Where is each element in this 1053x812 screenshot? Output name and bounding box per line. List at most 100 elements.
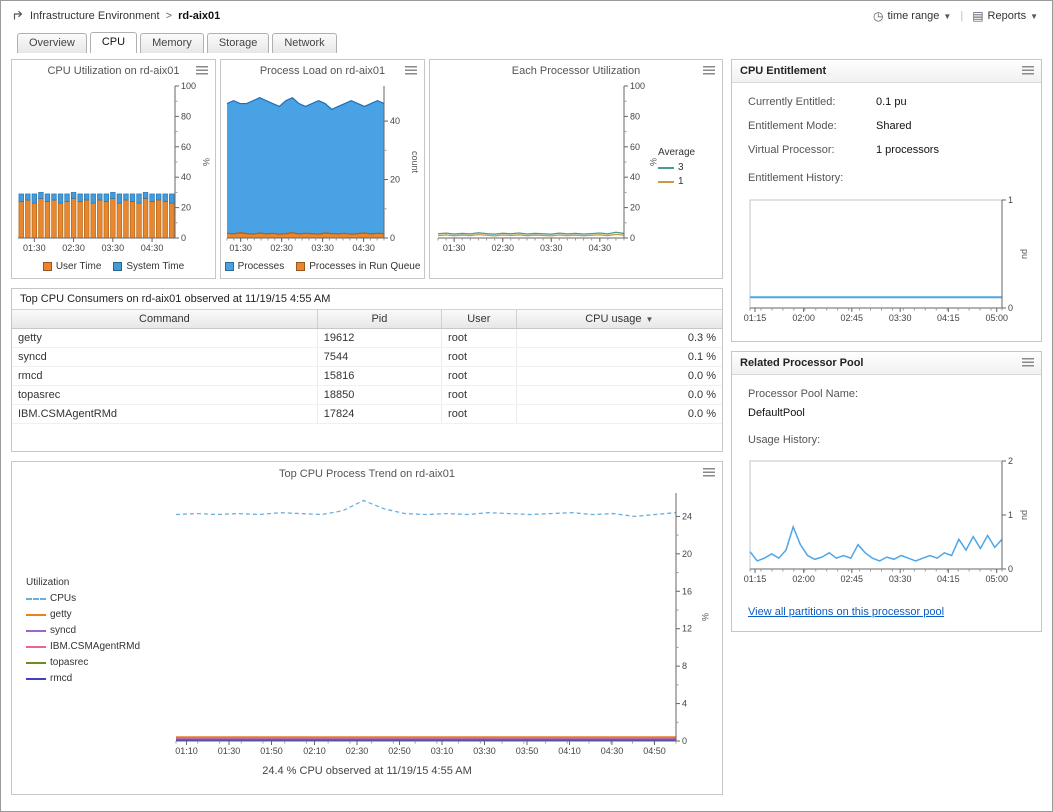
legend-title: Average — [658, 147, 695, 158]
pool-fields: Processor Pool Name: DefaultPool Usage H… — [732, 375, 1041, 455]
svg-text:1: 1 — [1008, 195, 1013, 205]
column-header-cpu-usage[interactable]: CPU usage▼ — [516, 310, 722, 329]
svg-text:40: 40 — [390, 116, 400, 126]
chart-title: Each Processor Utilization — [432, 65, 720, 77]
legend-label: topasrec — [50, 657, 88, 668]
topbar-actions: ◷ time range ▼ | ▤ Reports ▼ — [873, 10, 1038, 22]
cell-pid: 19612 — [317, 329, 441, 348]
cell-pid: 15816 — [317, 367, 441, 386]
reports-label: Reports — [988, 10, 1027, 22]
legend-items: 31 — [658, 162, 695, 187]
column-header-pid[interactable]: Pid — [317, 310, 441, 329]
svg-text:01:50: 01:50 — [260, 746, 283, 756]
table-row[interactable]: topasrec18850root0.0 % — [12, 386, 722, 405]
legend-item-topasrec: topasrec — [26, 657, 172, 668]
cell-user: root — [442, 367, 517, 386]
chart-title: Top CPU Process Trend on rd-aix01 — [12, 468, 722, 480]
svg-text:02:50: 02:50 — [388, 746, 411, 756]
legend-swatch — [26, 598, 46, 600]
svg-text:60: 60 — [630, 142, 640, 152]
clock-icon: ◷ — [873, 10, 883, 22]
process-trend-plot: 0481216202401:1001:3001:5002:1002:3002:5… — [172, 481, 710, 761]
tab-cpu[interactable]: CPU — [90, 32, 137, 53]
related-processor-pool-panel: Related Processor Pool Processor Pool Na… — [731, 351, 1042, 632]
column-header-user[interactable]: User — [442, 310, 517, 329]
legend-label: getty — [50, 609, 72, 620]
chart-title: Process Load on rd-aix01 — [223, 65, 422, 77]
cell-user: root — [442, 348, 517, 367]
svg-text:01:30: 01:30 — [218, 746, 241, 756]
legend-swatch — [26, 614, 46, 616]
table-row[interactable]: rmcd15816root0.0 % — [12, 367, 722, 386]
column-header-command[interactable]: Command — [12, 310, 317, 329]
entitlement-history-chart: 0101:1502:0002:4503:3004:1505:00pu — [732, 194, 1041, 341]
legend-label: 3 — [678, 162, 684, 173]
usage-history-chart: 01201:1502:0002:4503:3004:1505:00pu — [732, 455, 1041, 602]
chart-legend: User TimeSystem Time — [14, 261, 213, 272]
svg-text:04:30: 04:30 — [352, 243, 375, 253]
svg-text:02:30: 02:30 — [346, 746, 369, 756]
cpu-entitlement-panel: CPU Entitlement Currently Entitled:0.1 p… — [731, 59, 1042, 342]
legend-swatch — [113, 262, 122, 271]
panel-menu-icon[interactable] — [1022, 358, 1034, 367]
topbar-divider: | — [960, 10, 963, 22]
svg-text:16: 16 — [682, 586, 692, 596]
field-row: Virtual Processor:1 processors — [748, 144, 1025, 156]
entitlement-history-label: Entitlement History: — [732, 170, 1041, 194]
legend-item-processes-in-run-queue: Processes in Run Queue — [296, 261, 420, 272]
cell-cpu: 0.0 % — [516, 405, 722, 424]
legend-label: syncd — [50, 625, 76, 636]
table-row[interactable]: getty19612root0.3 % — [12, 329, 722, 348]
panel-title: Related Processor Pool — [732, 352, 1041, 375]
process-trend-chart: 0481216202401:1001:3001:5002:1002:3002:5… — [172, 481, 710, 764]
svg-text:03:10: 03:10 — [431, 746, 454, 756]
process-trend-body: Utilization CPUsgettysyncdIBM.CSMAgentRM… — [12, 481, 722, 764]
legend-label: 1 — [678, 176, 684, 187]
cell-cpu: 0.0 % — [516, 386, 722, 405]
svg-text:60: 60 — [181, 142, 191, 152]
legend-item-syncd: syncd — [26, 625, 172, 636]
svg-text:0: 0 — [390, 233, 395, 243]
time-range-control[interactable]: ◷ time range ▼ — [873, 10, 951, 22]
view-partitions-link[interactable]: View all partitions on this processor po… — [748, 606, 944, 618]
svg-text:03:50: 03:50 — [516, 746, 539, 756]
tab-storage[interactable]: Storage — [207, 33, 270, 53]
svg-text:04:30: 04:30 — [589, 243, 612, 253]
legend-label: Processes — [238, 261, 285, 272]
cell-command: rmcd — [12, 367, 317, 386]
tab-bar: OverviewCPUMemoryStorageNetwork — [1, 31, 1052, 53]
svg-text:04:10: 04:10 — [558, 746, 581, 756]
svg-text:01:30: 01:30 — [229, 243, 252, 253]
svg-text:0: 0 — [682, 736, 687, 746]
legend-title: Utilization — [26, 577, 172, 588]
field-row: Entitlement Mode:Shared — [748, 120, 1025, 132]
tab-memory[interactable]: Memory — [140, 33, 204, 53]
svg-text:01:30: 01:30 — [23, 243, 46, 253]
processor-utilization-plot: 02040608010001:3002:3003:3004:30% — [432, 78, 658, 256]
panel-menu-icon[interactable] — [1022, 66, 1034, 75]
process-load-chart: 0204001:3002:3003:3004:30count — [223, 78, 422, 259]
cpu-utilization-panel: CPU Utilization on rd-aix01 020406080100… — [11, 59, 216, 279]
field-label: Entitlement Mode: — [748, 120, 876, 132]
legend-swatch — [296, 262, 305, 271]
svg-text:4: 4 — [682, 699, 687, 709]
svg-text:20: 20 — [630, 203, 640, 213]
table-row[interactable]: syncd7544root0.1 % — [12, 348, 722, 367]
chart-menu-icon[interactable] — [196, 66, 208, 75]
svg-text:01:10: 01:10 — [175, 746, 198, 756]
chart-title: CPU Utilization on rd-aix01 — [14, 65, 213, 77]
entitlement-fields: Currently Entitled:0.1 puEntitlement Mod… — [732, 83, 1041, 170]
svg-text:03:30: 03:30 — [473, 746, 496, 756]
cell-user: root — [442, 386, 517, 405]
tab-overview[interactable]: Overview — [17, 33, 87, 53]
chart-menu-icon[interactable] — [405, 66, 417, 75]
reports-control[interactable]: ▤ Reports ▼ — [972, 10, 1038, 22]
chart-menu-icon[interactable] — [703, 468, 715, 477]
chart-menu-icon[interactable] — [703, 66, 715, 75]
tab-network[interactable]: Network — [272, 33, 336, 53]
table-row[interactable]: IBM.CSMAgentRMd17824root0.0 % — [12, 405, 722, 424]
chart-legend: Average 31 — [658, 147, 697, 190]
field-value: 0.1 pu — [876, 96, 907, 108]
breadcrumb-root-link[interactable]: Infrastructure Environment — [30, 10, 160, 22]
breadcrumb-current: rd-aix01 — [178, 10, 220, 22]
